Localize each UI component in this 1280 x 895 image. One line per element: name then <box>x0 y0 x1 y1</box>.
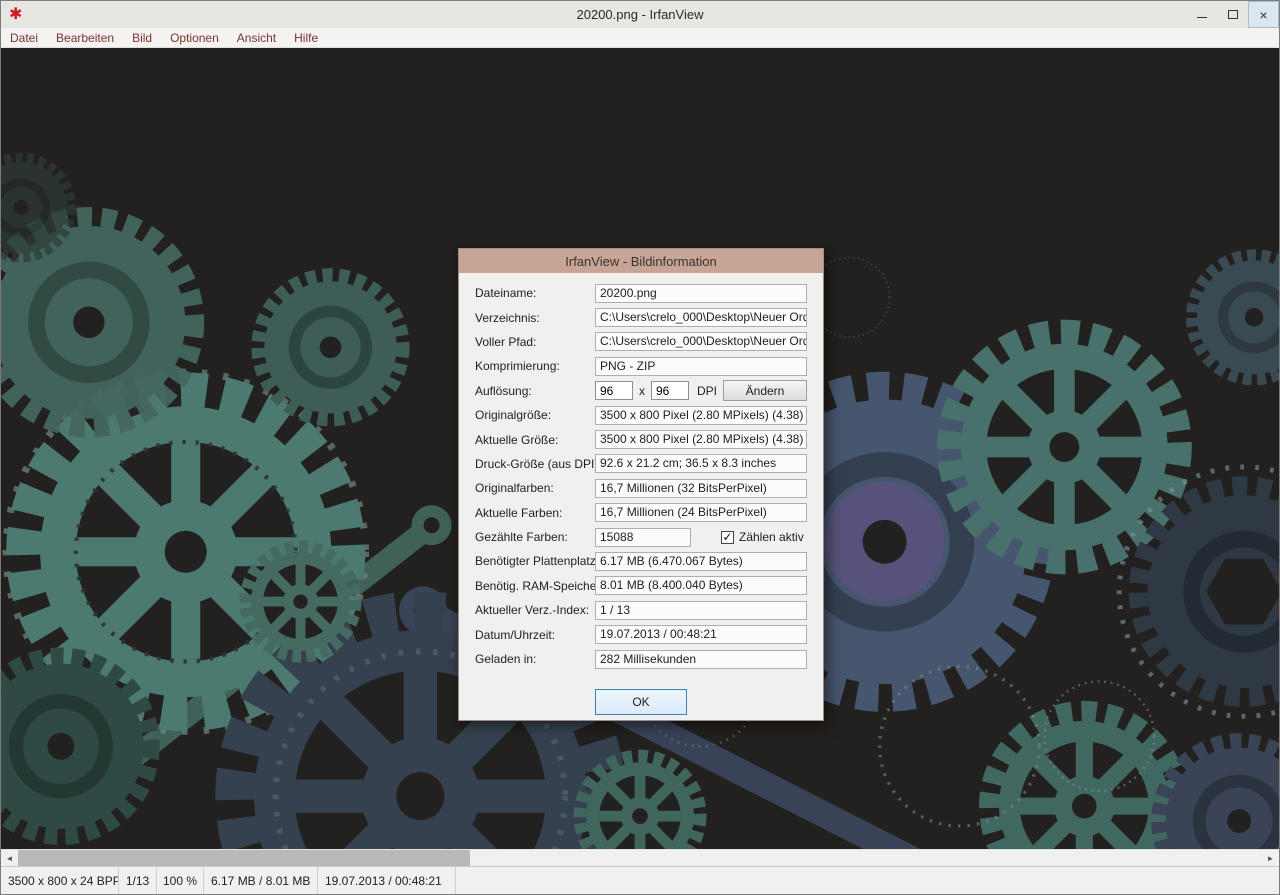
dpi-x-input[interactable] <box>595 381 633 401</box>
dateiname-value[interactable]: 20200.png <box>595 283 807 303</box>
field-row-aufloesung: Auflösung: x DPI Ändern <box>475 379 807 403</box>
dpi-unit-label: DPI <box>697 383 718 398</box>
field-row-gezaehlte-farben: Gezählte Farben: 15088 ✓ Zählen aktiv <box>475 525 807 549</box>
checkbox-label: Zählen aktiv <box>739 530 804 545</box>
status-bar: 3500 x 800 x 24 BPP 1/13 100 % 6.17 MB /… <box>1 866 1279 894</box>
field-label: Druck-Größe (aus DPI): <box>475 456 595 471</box>
field-row-geladen-in: Geladen in: 282 Millisekunden <box>475 647 807 671</box>
zaehlen-aktiv-checkbox[interactable]: ✓ Zählen aktiv <box>721 530 804 544</box>
horizontal-scrollbar[interactable]: ◄ ► <box>1 849 1279 866</box>
field-label: Originalfarben: <box>475 481 554 496</box>
field-label: Aktuelle Größe: <box>475 432 559 447</box>
field-row-voller-pfad: Voller Pfad: C:\Users\crelo_000\Desktop\… <box>475 330 807 354</box>
field-label: Geladen in: <box>475 652 537 667</box>
aktuelle-farben-value[interactable]: 16,7 Millionen (24 BitsPerPixel) <box>595 503 807 523</box>
window-title: 20200.png - IrfanView <box>576 7 704 22</box>
field-label: Auflösung: <box>475 383 532 398</box>
field-label: Aktuelle Farben: <box>475 505 563 520</box>
ok-button[interactable]: OK <box>595 689 687 716</box>
field-label: Dateiname: <box>475 286 537 301</box>
menu-bar: Datei Bearbeiten Bild Optionen Ansicht H… <box>1 28 1279 48</box>
field-row-verzeichnis: Verzeichnis: C:\Users\crelo_000\Desktop\… <box>475 305 807 329</box>
field-label: Voller Pfad: <box>475 334 537 349</box>
field-row-komprimierung: Komprimierung: PNG - ZIP <box>475 354 807 378</box>
menu-bearbeiten[interactable]: Bearbeiten <box>47 28 123 47</box>
menu-optionen[interactable]: Optionen <box>161 28 228 47</box>
scrollbar-thumb[interactable] <box>18 850 470 866</box>
geladen-in-value[interactable]: 282 Millisekunden <box>595 649 807 669</box>
field-label: Benötig. RAM-Speicher: <box>475 578 595 593</box>
originalfarben-value[interactable]: 16,7 Millionen (32 BitsPerPixel) <box>595 478 807 498</box>
komprimierung-value[interactable]: PNG - ZIP <box>595 356 807 376</box>
maximize-button[interactable] <box>1217 1 1248 28</box>
voller-pfad-value[interactable]: C:\Users\crelo_000\Desktop\Neuer Ordner <box>595 332 807 352</box>
field-label: Benötigter Plattenplatz: <box>475 554 595 569</box>
field-row-dateiname: Dateiname: 20200.png <box>475 281 807 305</box>
field-row-datum-uhrzeit: Datum/Uhrzeit: 19.07.2013 / 00:48:21 <box>475 622 807 646</box>
field-row-aktuelle-groesse: Aktuelle Größe: 3500 x 800 Pixel (2.80 M… <box>475 427 807 451</box>
status-filesize: 6.17 MB / 8.01 MB <box>204 867 318 894</box>
field-row-originalgroesse: Originalgröße: 3500 x 800 Pixel (2.80 MP… <box>475 403 807 427</box>
scroll-left-arrow[interactable]: ◄ <box>1 850 18 866</box>
field-row-druck-groesse: Druck-Größe (aus DPI): 92.6 x 21.2 cm; 3… <box>475 452 807 476</box>
scroll-right-arrow[interactable]: ► <box>1262 850 1279 866</box>
resolution-separator: x <box>639 383 645 398</box>
field-label: Datum/Uhrzeit: <box>475 627 556 642</box>
dpi-y-input[interactable] <box>651 381 689 401</box>
aktuelle-groesse-value[interactable]: 3500 x 800 Pixel (2.80 MPixels) (4.38) <box>595 430 807 450</box>
plattenplatz-value[interactable]: 6.17 MB (6.470.067 Bytes) <box>595 551 807 571</box>
gezaehlte-farben-value[interactable]: 15088 <box>595 527 691 547</box>
field-label: Komprimierung: <box>475 359 560 374</box>
field-row-verz-index: Aktueller Verz.-Index: 1 / 13 <box>475 598 807 622</box>
counted-controls: 15088 ✓ Zählen aktiv <box>595 527 807 547</box>
menu-hilfe[interactable]: Hilfe <box>285 28 327 47</box>
ram-speicher-value[interactable]: 8.01 MB (8.400.040 Bytes) <box>595 576 807 596</box>
irfanview-window: ✱ 20200.png - IrfanView × Datei Bearbeit… <box>0 0 1280 895</box>
minimize-icon <box>1196 17 1207 18</box>
dialog-body: Dateiname: 20200.png Verzeichnis: C:\Use… <box>459 273 823 716</box>
field-label: Originalgröße: <box>475 408 552 423</box>
verzeichnis-value[interactable]: C:\Users\crelo_000\Desktop\Neuer Ordner <box>595 308 807 328</box>
originalgroesse-value[interactable]: 3500 x 800 Pixel (2.80 MPixels) (4.38) <box>595 405 807 425</box>
ok-row: OK <box>475 689 807 716</box>
window-controls: × <box>1186 1 1279 28</box>
druck-groesse-value[interactable]: 92.6 x 21.2 cm; 36.5 x 8.3 inches <box>595 454 807 474</box>
field-label: Verzeichnis: <box>475 310 540 325</box>
minimize-button[interactable] <box>1186 1 1217 28</box>
checkbox-check-icon: ✓ <box>721 530 734 545</box>
status-spacer <box>456 867 1279 894</box>
menu-ansicht[interactable]: Ansicht <box>228 28 285 47</box>
field-row-ram-speicher: Benötig. RAM-Speicher: 8.01 MB (8.400.04… <box>475 574 807 598</box>
datum-uhrzeit-value[interactable]: 19.07.2013 / 00:48:21 <box>595 625 807 645</box>
menu-datei[interactable]: Datei <box>1 28 47 47</box>
status-index: 1/13 <box>119 867 157 894</box>
close-icon: × <box>1259 6 1268 23</box>
verz-index-value[interactable]: 1 / 13 <box>595 600 807 620</box>
maximize-icon <box>1227 10 1238 19</box>
irfanview-app-icon: ✱ <box>9 5 23 23</box>
status-datetime: 19.07.2013 / 00:48:21 <box>318 867 456 894</box>
dialog-title-bar[interactable]: IrfanView - Bildinformation <box>459 249 823 273</box>
menu-bild[interactable]: Bild <box>123 28 161 47</box>
aendern-button[interactable]: Ändern <box>723 380 807 402</box>
field-row-aktuelle-farben: Aktuelle Farben: 16,7 Millionen (24 Bits… <box>475 501 807 525</box>
dialog-title: IrfanView - Bildinformation <box>565 253 717 269</box>
resolution-controls: x DPI Ändern <box>595 380 807 402</box>
image-canvas: IrfanView - Bildinformation Dateiname: 2… <box>1 48 1279 849</box>
status-zoom: 100 % <box>157 867 204 894</box>
title-bar[interactable]: ✱ 20200.png - IrfanView × <box>1 1 1279 28</box>
close-button[interactable]: × <box>1248 1 1279 28</box>
field-row-plattenplatz: Benötigter Plattenplatz: 6.17 MB (6.470.… <box>475 549 807 573</box>
status-dimensions: 3500 x 800 x 24 BPP <box>1 867 119 894</box>
field-label: Aktueller Verz.-Index: <box>475 603 590 618</box>
field-row-originalfarben: Originalfarben: 16,7 Millionen (32 BitsP… <box>475 476 807 500</box>
field-label: Gezählte Farben: <box>475 530 568 545</box>
bildinformation-dialog: IrfanView - Bildinformation Dateiname: 2… <box>458 248 824 721</box>
